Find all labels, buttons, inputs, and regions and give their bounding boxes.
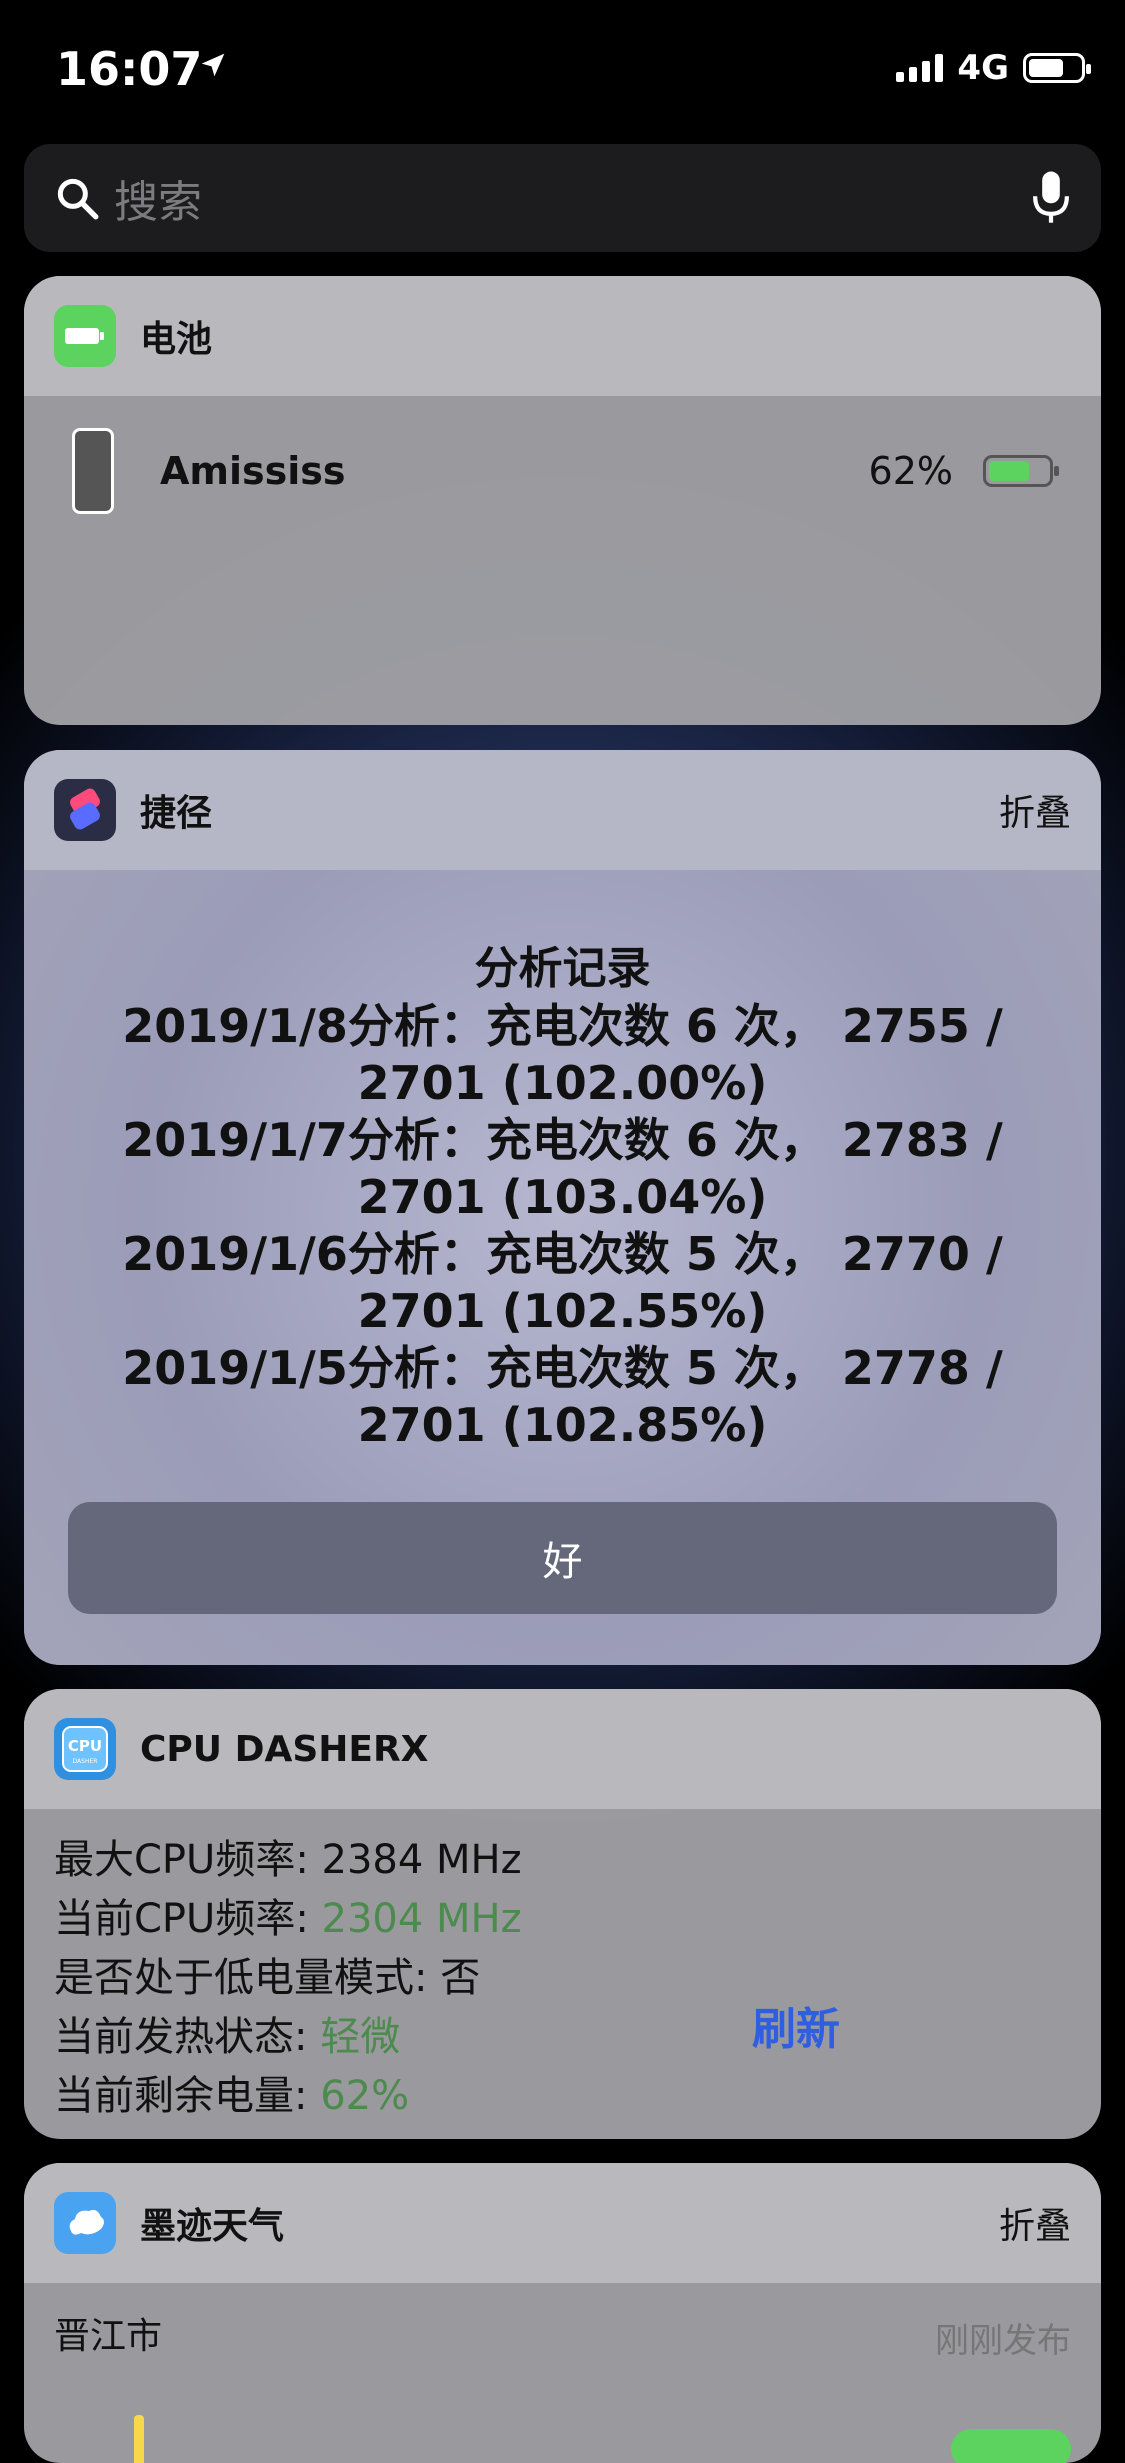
cpu-info-value: 2304 MHz — [321, 1896, 522, 1942]
svg-text:CPU: CPU — [68, 1737, 102, 1755]
analysis-line: 2019/1/5分析：充电次数 5 次， 2778 / — [122, 1341, 1003, 1395]
ok-button[interactable]: 好 — [68, 1502, 1057, 1614]
cpu-info-row: 当前发热状态: 轻微 — [54, 2008, 522, 2067]
battery-widget: 电池 Amississ 62% — [24, 276, 1101, 725]
device-battery-icon — [983, 455, 1059, 487]
location-arrow-icon — [201, 53, 225, 77]
weather-status-pill — [951, 2429, 1071, 2463]
dialog-title: 分析记录 — [474, 943, 651, 994]
device-battery-percent: 62% — [868, 449, 953, 493]
battery-app-icon — [54, 305, 116, 367]
cpu-info-value: 2384 MHz — [321, 1837, 522, 1883]
cpu-info-value: 62% — [320, 2073, 410, 2119]
status-time: 16:07 — [56, 42, 203, 96]
cpu-dasherx-widget: CPU DASHER CPU DASHERX 最大CPU频率: 2384 MHz… — [24, 1689, 1101, 2139]
analysis-line: 2701 (103.04%) — [357, 1170, 768, 1224]
refresh-button[interactable]: 刷新 — [752, 1993, 840, 2057]
cpu-info-row: 是否处于低电量模式: 否 — [54, 1949, 522, 2008]
iphone-icon — [72, 428, 114, 514]
battery-widget-title: 电池 — [140, 319, 213, 360]
status-right: 4G — [896, 48, 1091, 88]
collapse-button[interactable]: 折叠 — [999, 2197, 1071, 2249]
analysis-line: 2019/1/7分析：充电次数 6 次， 2783 / — [122, 1113, 1003, 1167]
search-icon — [57, 178, 99, 220]
weather-sun-icon — [134, 2415, 144, 2463]
shortcuts-app-icon — [54, 779, 116, 841]
cpu-info-row: 当前剩余电量: 62% — [54, 2067, 522, 2126]
cpu-info-value: 否 — [440, 1955, 481, 2001]
status-bar: 16:07 4G — [0, 0, 1125, 140]
analysis-line: 2701 (102.55%) — [357, 1284, 768, 1338]
collapse-button[interactable]: 折叠 — [999, 784, 1071, 836]
cpu-info-label: 最大CPU频率: — [54, 1837, 322, 1883]
weather-app-icon — [54, 2192, 116, 2254]
signal-icon — [896, 54, 944, 82]
shortcuts-widget-title: 捷径 — [140, 793, 213, 834]
battery-widget-header[interactable]: 电池 — [24, 276, 1101, 396]
weather-widget: 墨迹天气 折叠 晋江市 刚刚发布 — [24, 2163, 1101, 2463]
network-label: 4G — [957, 48, 1009, 88]
device-name: Amississ — [160, 449, 346, 493]
battery-device-row: Amississ 62% — [72, 416, 1059, 526]
analysis-line: 2701 (102.00%) — [357, 1056, 768, 1110]
cpu-info-label: 当前CPU频率: — [54, 1896, 322, 1942]
shortcuts-widget-header[interactable]: 捷径 折叠 — [24, 750, 1101, 870]
cpu-dasherx-app-icon: CPU DASHER — [54, 1718, 116, 1780]
cpu-info-label: 是否处于低电量模式: — [54, 1955, 441, 2001]
weather-widget-title: 墨迹天气 — [140, 2206, 285, 2247]
cpu-info-label: 当前剩余电量: — [54, 2073, 321, 2119]
analysis-line: 2019/1/6分析：充电次数 5 次， 2770 / — [122, 1227, 1003, 1281]
microphone-icon[interactable] — [1029, 168, 1073, 228]
analysis-line: 2701 (102.85%) — [357, 1398, 768, 1452]
weather-widget-header[interactable]: 墨迹天气 折叠 — [24, 2163, 1101, 2283]
cpu-widget-title: CPU DASHERX — [140, 1728, 429, 1770]
analysis-lines: 2019/1/8分析：充电次数 6 次， 2755 / 2701 (102.00… — [104, 998, 1021, 1454]
battery-status-icon — [1023, 53, 1091, 83]
shortcuts-widget: 捷径 折叠 分析记录 2019/1/8分析：充电次数 6 次， 2755 / 2… — [24, 750, 1101, 1665]
cpu-info-row: 最大CPU频率: 2384 MHz — [54, 1831, 522, 1890]
cpu-info-row: 当前CPU频率: 2304 MHz — [54, 1890, 522, 1949]
weather-city: 晋江市 — [54, 2316, 163, 2357]
cpu-info-value: 轻微 — [320, 2014, 401, 2060]
svg-text:DASHER: DASHER — [73, 1758, 98, 1765]
search-input[interactable]: 搜索 — [114, 166, 1029, 230]
cpu-info-label: 当前发热状态: — [54, 2014, 321, 2060]
analysis-dialog: 分析记录 2019/1/8分析：充电次数 6 次， 2755 / 2701 (1… — [24, 870, 1101, 1665]
analysis-line: 2019/1/8分析：充电次数 6 次， 2755 / — [122, 999, 1003, 1053]
search-bar[interactable]: 搜索 — [24, 144, 1101, 252]
cpu-info-list: 最大CPU频率: 2384 MHz 当前CPU频率: 2304 MHz 是否处于… — [54, 1831, 522, 2126]
weather-update-time: 刚刚发布 — [935, 2321, 1071, 2361]
cpu-widget-header[interactable]: CPU DASHER CPU DASHERX — [24, 1689, 1101, 1809]
